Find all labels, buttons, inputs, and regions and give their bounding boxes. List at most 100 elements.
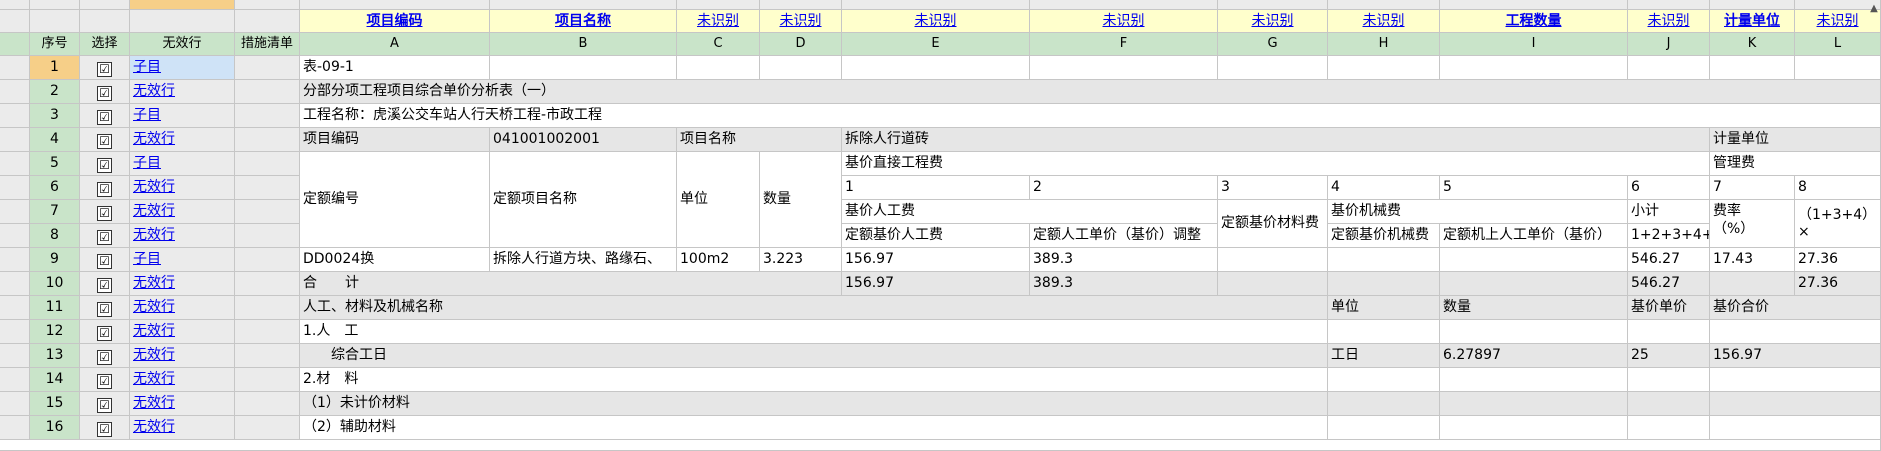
cell-r4-k[interactable]: 计量单位	[1710, 128, 1881, 152]
row-type-link[interactable]: 无效行	[133, 419, 175, 435]
row-type-link[interactable]: 无效行	[133, 131, 175, 147]
empty-cell[interactable]	[1628, 368, 1710, 392]
cell-r10-l[interactable]: 27.36	[1795, 272, 1881, 296]
cell-r9-e[interactable]: 156.97	[842, 248, 1030, 272]
empty-cell[interactable]	[1710, 272, 1795, 296]
checkbox-checked-icon[interactable]: ☑	[97, 278, 112, 293]
col-field-link-B[interactable]: 项目名称	[555, 13, 611, 29]
col-field-link-L[interactable]: 未识别	[1817, 13, 1859, 29]
checkbox-checked-icon[interactable]: ☑	[97, 110, 112, 125]
row-type-link[interactable]: 无效行	[133, 275, 175, 291]
cell-r6-e[interactable]: 1	[842, 176, 1030, 200]
row-select-checkbox[interactable]: ☑	[80, 368, 130, 392]
row-type-link[interactable]: 无效行	[133, 299, 175, 315]
cell-r9-l[interactable]: 27.36	[1795, 248, 1881, 272]
row-type-link[interactable]: 子目	[133, 251, 161, 267]
cell-r8-i[interactable]: 定额机上人工单价（基价）	[1440, 224, 1628, 248]
empty-cell[interactable]	[1628, 56, 1710, 80]
row-select-checkbox[interactable]: ☑	[80, 344, 130, 368]
empty-cell[interactable]	[1440, 56, 1628, 80]
cell-r11-j[interactable]: 基价单价	[1628, 296, 1710, 320]
row-type-link[interactable]: 无效行	[133, 347, 175, 363]
empty-cell[interactable]	[1440, 320, 1628, 344]
cell-r11-i[interactable]: 数量	[1440, 296, 1628, 320]
row-select-checkbox[interactable]: ☑	[80, 320, 130, 344]
empty-cell[interactable]	[1440, 368, 1628, 392]
cell-r10-a[interactable]: 合 计	[300, 272, 842, 296]
cell-r1-a[interactable]: 表-09-1	[300, 56, 490, 80]
checkbox-checked-icon[interactable]: ☑	[97, 350, 112, 365]
cell-r15-a[interactable]: （1）未计价材料	[300, 392, 1328, 416]
empty-cell[interactable]	[1328, 56, 1440, 80]
cell-r6-h[interactable]: 4	[1328, 176, 1440, 200]
cell-r7-j[interactable]: 小计	[1628, 200, 1710, 224]
empty-cell[interactable]	[1030, 56, 1218, 80]
cell-r9-f[interactable]: 389.3	[1030, 248, 1218, 272]
cell-r9-j[interactable]: 546.27	[1628, 248, 1710, 272]
checkbox-checked-icon[interactable]: ☑	[97, 134, 112, 149]
cell-r8-f[interactable]: 定额人工单价（基价）调整	[1030, 224, 1218, 248]
checkbox-checked-icon[interactable]: ☑	[97, 422, 112, 437]
cell-r4-e[interactable]: 拆除人行道砖	[842, 128, 1710, 152]
checkbox-checked-icon[interactable]: ☑	[97, 254, 112, 269]
col-field-link-G[interactable]: 未识别	[1252, 13, 1294, 29]
checkbox-checked-icon[interactable]: ☑	[97, 230, 112, 245]
cell-r8-h[interactable]: 定额基价机械费	[1328, 224, 1440, 248]
row-type-link[interactable]: 无效行	[133, 395, 175, 411]
col-field-link-C[interactable]: 未识别	[697, 13, 739, 29]
cell-r6-k[interactable]: 7	[1710, 176, 1795, 200]
row-type-link[interactable]: 无效行	[133, 371, 175, 387]
row-select-checkbox[interactable]: ☑	[80, 224, 130, 248]
scroll-up-arrow-icon[interactable]: ▲	[1867, 0, 1881, 18]
row-type-link[interactable]: 无效行	[133, 83, 175, 99]
row-select-checkbox[interactable]: ☑	[80, 176, 130, 200]
cell-r5-e[interactable]: 基价直接工程费	[842, 152, 1710, 176]
row-select-checkbox[interactable]: ☑	[80, 56, 130, 80]
cell-r10-e[interactable]: 156.97	[842, 272, 1030, 296]
row-select-checkbox[interactable]: ☑	[80, 296, 130, 320]
cell-r6-j[interactable]: 6	[1628, 176, 1710, 200]
row-select-checkbox[interactable]: ☑	[80, 248, 130, 272]
row-select-checkbox[interactable]: ☑	[80, 392, 130, 416]
empty-cell[interactable]	[1328, 320, 1440, 344]
empty-cell[interactable]	[1218, 56, 1328, 80]
row-select-checkbox[interactable]: ☑	[80, 416, 130, 440]
cell-r13-j[interactable]: 25	[1628, 344, 1710, 368]
empty-cell[interactable]	[1628, 392, 1710, 416]
cell-r4-b[interactable]: 041001002001	[490, 128, 677, 152]
cell-r7-l[interactable]: （1+3+4）×	[1795, 200, 1881, 248]
cell-r10-f[interactable]: 389.3	[1030, 272, 1218, 296]
cell-r12-a[interactable]: 1.人 工	[300, 320, 1328, 344]
empty-cell[interactable]	[1218, 272, 1328, 296]
checkbox-checked-icon[interactable]: ☑	[97, 182, 112, 197]
empty-cell[interactable]	[1218, 248, 1328, 272]
empty-cell[interactable]	[1328, 272, 1440, 296]
row-select-checkbox[interactable]: ☑	[80, 272, 130, 296]
checkbox-checked-icon[interactable]: ☑	[97, 398, 112, 413]
checkbox-checked-icon[interactable]: ☑	[97, 206, 112, 221]
cell-r13-i[interactable]: 6.27897	[1440, 344, 1628, 368]
row-select-checkbox[interactable]: ☑	[80, 200, 130, 224]
checkbox-checked-icon[interactable]: ☑	[97, 62, 112, 77]
cell-m-d[interactable]: 数量	[760, 152, 842, 248]
empty-cell[interactable]	[842, 56, 1030, 80]
row-select-checkbox[interactable]: ☑	[80, 80, 130, 104]
cell-r9-d[interactable]: 3.223	[760, 248, 842, 272]
cell-r9-c[interactable]: 100m2	[677, 248, 760, 272]
col-field-link-H[interactable]: 未识别	[1363, 13, 1405, 29]
cell-r11-h[interactable]: 单位	[1328, 296, 1440, 320]
row-type-link[interactable]: 无效行	[133, 203, 175, 219]
cell-r7-g[interactable]: 定额基价材料费	[1218, 200, 1328, 248]
checkbox-checked-icon[interactable]: ☑	[97, 302, 112, 317]
empty-cell[interactable]	[1328, 416, 1440, 440]
cell-r7-k[interactable]: 费率 （%）	[1710, 200, 1795, 248]
row-type-link[interactable]: 子目	[133, 155, 161, 171]
col-field-link-E[interactable]: 未识别	[915, 13, 957, 29]
cell-r13-k[interactable]: 156.97	[1710, 344, 1881, 368]
checkbox-checked-icon[interactable]: ☑	[97, 326, 112, 341]
row-type-link[interactable]: 无效行	[133, 227, 175, 243]
cell-r5-k[interactable]: 管理费	[1710, 152, 1881, 176]
cell-r6-f[interactable]: 2	[1030, 176, 1218, 200]
cell-r2-a[interactable]: 分部分项工程项目综合单价分析表（一）	[300, 80, 1881, 104]
col-field-link-F[interactable]: 未识别	[1103, 13, 1145, 29]
